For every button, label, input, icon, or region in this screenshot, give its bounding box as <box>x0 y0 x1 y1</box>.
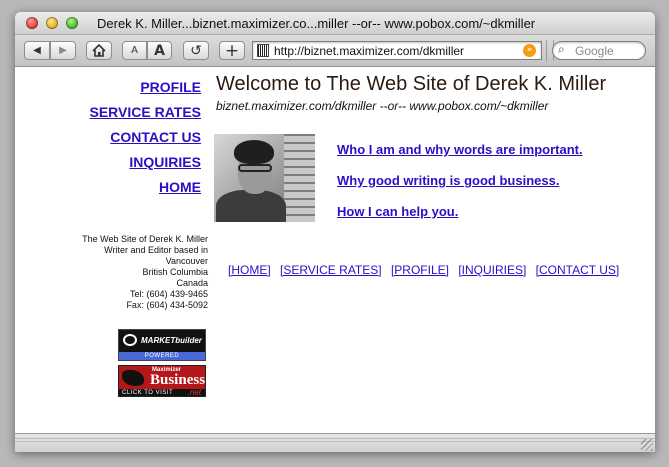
address-line: Vancouver <box>165 256 208 266</box>
page-subtitle: biznet.maximizer.com/dkmiller --or-- www… <box>216 99 549 113</box>
bottom-nav: [HOME] [SERVICE RATES] [PROFILE] [INQUIR… <box>228 263 619 277</box>
tagline-link-who-i-am[interactable]: Who I am and why words are important. <box>337 142 583 157</box>
search-placeholder: Google <box>575 44 614 58</box>
sidebar-link-inquiries[interactable]: INQUIRIES <box>129 154 201 170</box>
rss-icon[interactable]: » <box>523 44 536 57</box>
home-icon <box>92 44 106 57</box>
bottom-nav-contact-us[interactable]: [CONTACT US] <box>536 263 620 277</box>
reload-button[interactable]: ↺ <box>183 41 209 60</box>
back-arrow-icon: ◀ <box>33 45 41 56</box>
title-bar: Derek K. Miller...biznet.maximizer.co...… <box>15 12 655 35</box>
page-content: PROFILE SERVICE RATES CONTACT US INQUIRI… <box>15 67 655 432</box>
minimize-window-button[interactable] <box>46 17 58 29</box>
marketbuilder-badge[interactable]: MARKETbuilder POWERED <box>118 329 206 361</box>
portrait-photo <box>214 134 315 222</box>
back-button[interactable]: ◀ <box>24 41 50 60</box>
sidebar-link-contact-us[interactable]: CONTACT US <box>110 129 201 145</box>
page-title: Welcome to The Web Site of Derek K. Mill… <box>216 73 607 95</box>
sidebar-link-profile[interactable]: PROFILE <box>140 79 201 95</box>
plus-icon: + <box>224 40 240 61</box>
marketbuilder-badge-name: MARKETbuilder <box>141 336 202 345</box>
browser-window: Derek K. Miller...biznet.maximizer.co...… <box>15 12 655 452</box>
bottom-nav-home[interactable]: [HOME] <box>228 263 271 277</box>
business-badge-title: Business <box>150 372 206 388</box>
text-smaller-button[interactable]: A <box>122 41 147 60</box>
bottom-nav-service-rates[interactable]: [SERVICE RATES] <box>280 263 382 277</box>
window-title: Derek K. Miller...biznet.maximizer.co...… <box>97 16 536 31</box>
tagline-link-how-i-can-help[interactable]: How I can help you. <box>337 204 458 219</box>
address-line: Tel: (604) 439-9465 <box>129 289 208 299</box>
bottom-nav-inquiries[interactable]: [INQUIRIES] <box>458 263 526 277</box>
marketbuilder-badge-strip: POWERED <box>119 352 205 360</box>
browser-toolbar: ◀ ▶ A A ↺ + http://biznet.maximizer.com/… <box>15 35 655 67</box>
address-line: Writer and Editor based in <box>104 245 208 255</box>
address-line: Canada <box>176 278 208 288</box>
forward-button[interactable]: ▶ <box>50 41 76 60</box>
contact-address: The Web Site of Derek K. Miller Writer a… <box>82 234 208 311</box>
sidebar-link-home[interactable]: HOME <box>159 179 201 195</box>
business-badge-suffix: .net <box>187 388 201 397</box>
status-bar <box>15 433 655 452</box>
address-line: Fax: (604) 434-5092 <box>126 300 208 310</box>
bottom-nav-profile[interactable]: [PROFILE] <box>391 263 449 277</box>
address-url[interactable]: http://biznet.maximizer.com/dkmiller <box>274 44 464 58</box>
address-line: British Columbia <box>142 267 208 277</box>
marketbuilder-logo-icon <box>123 334 137 346</box>
text-bigger-button[interactable]: A <box>147 41 172 60</box>
sidebar-link-service-rates[interactable]: SERVICE RATES <box>89 104 201 120</box>
search-icon: ⌕ <box>558 42 565 56</box>
reload-icon: ↺ <box>190 42 202 59</box>
favicon-icon <box>257 44 269 57</box>
maximizer-business-badge[interactable]: Maximizer Business CLICK TO VISIT .net <box>118 365 206 397</box>
zoom-window-button[interactable] <box>66 17 78 29</box>
forward-arrow-icon: ▶ <box>59 45 67 56</box>
maximizer-logo-icon <box>122 370 144 386</box>
tagline-link-good-writing[interactable]: Why good writing is good business. <box>337 173 559 188</box>
address-bar[interactable]: http://biznet.maximizer.com/dkmiller » <box>252 41 542 60</box>
resize-grip-icon[interactable] <box>641 439 653 451</box>
address-line: The Web Site of Derek K. Miller <box>82 234 208 244</box>
add-bookmark-button[interactable]: + <box>219 40 245 61</box>
home-button[interactable] <box>86 41 112 60</box>
close-window-button[interactable] <box>26 17 38 29</box>
search-field[interactable]: ⌕ Google <box>552 41 646 60</box>
